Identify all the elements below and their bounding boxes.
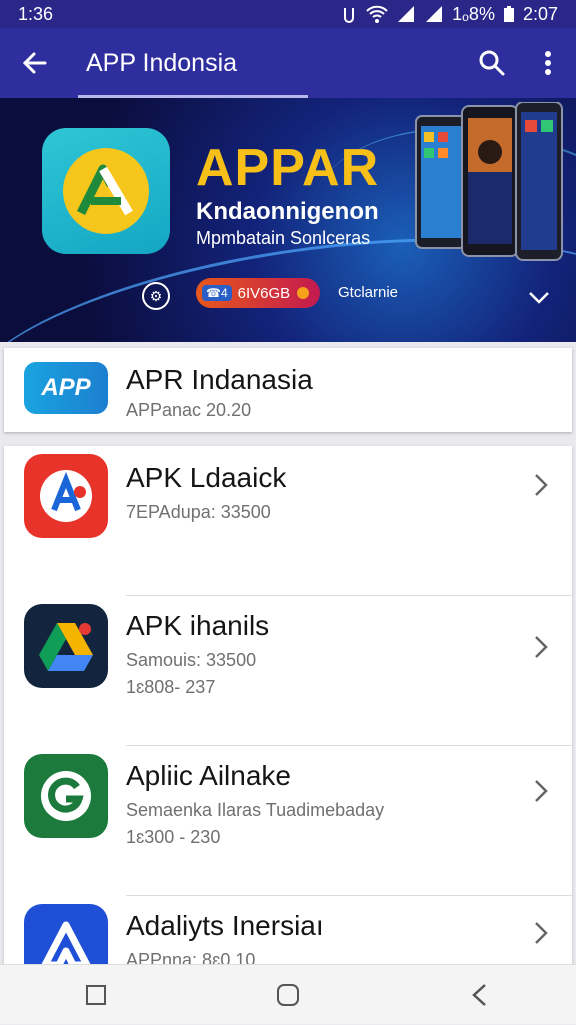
app-meta: Samouis: 33500 [126, 650, 257, 670]
recents-button[interactable] [66, 965, 126, 1025]
app-name: APK ihanils [126, 610, 270, 641]
page-title: APP Indonsia [70, 28, 464, 98]
blue-a-icon [24, 904, 108, 966]
pill-chip: ☎4 [202, 285, 232, 301]
app-meta: Semaenka Ilaras Tuadimebaday [126, 800, 385, 820]
app-name: Adaliyts Inersiaı [126, 910, 324, 941]
list-item[interactable]: APK ihanils Samouis: 33500 1ɛ808- 237 [4, 596, 572, 746]
battery-icon [503, 6, 514, 22]
list-item[interactable]: Apliic Ailnake Semaenka Ilaras Tuadimeba… [4, 746, 572, 896]
search-icon [479, 50, 505, 76]
app-bar: APP Indonsia [0, 28, 576, 98]
app-name: APK Ldaaick [126, 462, 287, 493]
app-meta-secondary: 1ɛ808- 237 [126, 677, 216, 697]
a-logo-icon [76, 164, 133, 216]
signal-icon [398, 6, 415, 22]
banner-tagline: Mpmbatain Sonlceras [196, 228, 371, 248]
app-name: Apliic Ailnake [126, 760, 291, 791]
list-item[interactable]: APK Ldaaick 7EPAdupa: 33500 [4, 446, 572, 596]
banner-headline: APPAR [196, 139, 380, 197]
phones-illustration [415, 102, 563, 261]
chevron-down-icon [529, 292, 549, 304]
more-options-button[interactable] [520, 28, 576, 98]
triangle-back-icon [472, 983, 486, 1006]
app-list: APK Ldaaick 7EPAdupa: 33500 APK ihanils … [4, 446, 572, 966]
red-a-icon [24, 454, 108, 538]
status-time-right: 2:07 [522, 3, 558, 24]
shield-icon: ⚙ [142, 282, 170, 310]
wifi-icon [366, 5, 388, 23]
featured-app-meta: APPanac 20.20 [126, 400, 252, 420]
pill-label: 6IV6GB [237, 284, 291, 302]
status-bar: 1:36 1ₒ8% 2:07 [0, 0, 576, 28]
status-time-left: 1:36 [18, 3, 54, 24]
featured-app-icon: APP [24, 362, 108, 414]
green-g-icon [24, 754, 108, 838]
list-item[interactable]: Adaliyts Inersiaı APPnna: 8ɛ0.10 [4, 896, 572, 966]
square-icon [86, 984, 106, 1005]
battery-percent: 1ₒ8% [452, 3, 495, 24]
signal-icon-2 [426, 6, 443, 22]
home-icon [277, 983, 299, 1006]
promo-banner[interactable]: APPAR Kndaonnigenon Mpmbatain Sonlceras … [0, 98, 576, 342]
search-button[interactable] [464, 28, 520, 98]
banner-app-logo [42, 128, 170, 254]
chevron-right-icon [535, 636, 548, 658]
banner-pill[interactable]: ☎4 6IV6GB [196, 278, 321, 308]
more-vert-icon [545, 51, 551, 75]
chevron-right-icon [535, 922, 548, 944]
logo-disc [63, 148, 149, 234]
arrow-left-icon [22, 52, 47, 74]
drive-icon [24, 604, 108, 688]
back-nav-button[interactable] [450, 965, 510, 1025]
banner-subtitle: Kndaonnigenon [196, 198, 379, 225]
expand-button[interactable] [524, 282, 554, 312]
back-button[interactable] [0, 28, 70, 98]
chevron-right-icon [535, 780, 548, 802]
coin-icon [297, 287, 310, 299]
featured-app-card[interactable]: APP APR Indanasia APPanac 20.20 [4, 348, 572, 432]
pill-tail-text: Gtclarnie [338, 284, 399, 301]
app-meta-secondary: 1ɛ300 - 230 [126, 827, 221, 847]
app-meta: 7EPAdupa: 33500 [126, 502, 271, 522]
featured-icon-text: APP [41, 374, 91, 401]
system-nav-bar [0, 964, 576, 1024]
home-button[interactable] [258, 965, 318, 1025]
vibrate-icon [344, 8, 355, 23]
chevron-right-icon [535, 474, 548, 496]
featured-app-name: APR Indanasia [126, 364, 313, 395]
